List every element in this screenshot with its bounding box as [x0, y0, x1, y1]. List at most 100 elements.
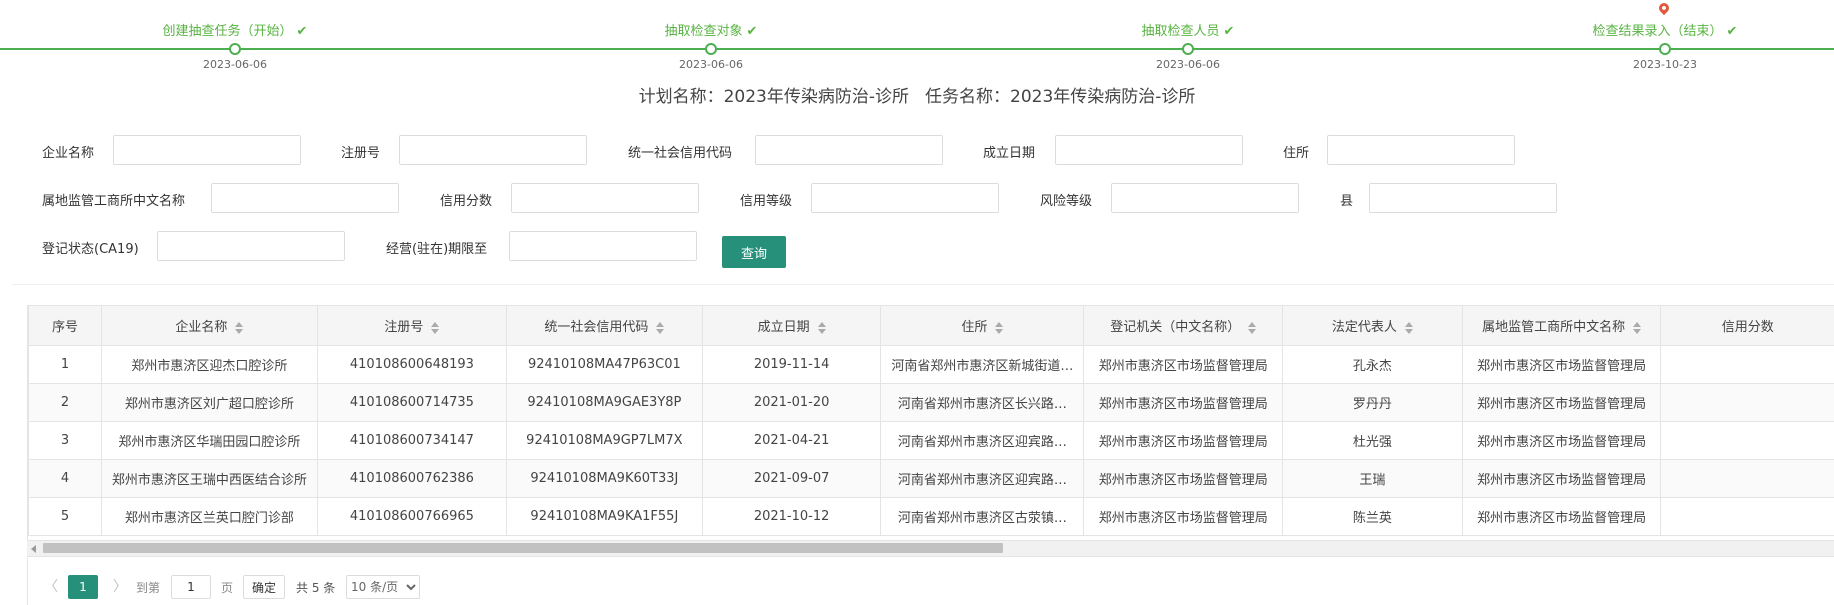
reg-no-input[interactable] — [399, 135, 587, 165]
field-label-address: 住所 — [1283, 146, 1310, 161]
sort-icon[interactable] — [995, 321, 1004, 334]
step-date: 2023-10-23 — [1633, 58, 1697, 71]
cell-index: 5 — [28, 497, 102, 536]
sort-icon[interactable] — [1633, 321, 1642, 334]
table-row: 3 郑州市惠济区华瑞田园口腔诊所 410108600734147 9241010… — [28, 421, 1834, 460]
cell-local-office: 郑州市惠济区市场监督管理局 — [1461, 459, 1662, 498]
cell-local-office: 郑州市惠济区市场监督管理局 — [1461, 383, 1662, 422]
cell-company-name: 郑州市惠济区迎杰口腔诊所 — [100, 345, 318, 384]
prev-page-icon[interactable]: 〈 — [44, 576, 58, 596]
cell-reg-authority: 郑州市惠济区市场监督管理局 — [1083, 345, 1284, 384]
credit-code-input[interactable] — [755, 135, 943, 165]
page-number-current[interactable]: 1 — [68, 575, 98, 599]
company-name-input[interactable] — [113, 135, 301, 165]
col-header-address[interactable]: 住所 — [880, 305, 1085, 346]
col-header-legal-rep[interactable]: 法定代表人 — [1282, 305, 1463, 346]
cell-local-office: 郑州市惠济区市场监督管理局 — [1461, 497, 1662, 536]
cell-credit-code: 92410108MA9K60T33J — [505, 459, 703, 498]
col-header-reg-no[interactable]: 注册号 — [316, 305, 507, 346]
est-date-input[interactable] — [1055, 135, 1243, 165]
col-header-company-name[interactable]: 企业名称 — [100, 305, 318, 346]
cell-reg-no: 410108600648193 — [316, 345, 507, 384]
next-page-icon[interactable]: 〉 — [113, 576, 127, 596]
cell-address: 河南省郑州市惠济区迎宾路… — [880, 421, 1085, 460]
cell-local-office: 郑州市惠济区市场监督管理局 — [1461, 421, 1662, 460]
goto-label: 到第 — [136, 581, 161, 595]
plan-name: 计划名称：2023年传染病防治-诊所 — [638, 87, 909, 107]
cell-credit-score — [1660, 383, 1834, 422]
cell-reg-authority: 郑州市惠济区市场监督管理局 — [1083, 459, 1284, 498]
reg-status-input[interactable] — [157, 231, 345, 261]
field-label-reg-status: 登记状态(CA19) — [42, 242, 139, 257]
sort-icon[interactable] — [235, 321, 244, 334]
results-table-wrapper: 序号 企业名称 注册号 统一社会信用代码 成立日期 住所 登记机关（中文名称） … — [27, 305, 1834, 540]
term-until-input[interactable] — [509, 231, 697, 261]
step-date: 2023-06-06 — [203, 58, 267, 71]
cell-est-date: 2019-11-14 — [701, 345, 882, 384]
col-header-credit-code[interactable]: 统一社会信用代码 — [505, 305, 703, 346]
page-size-select[interactable]: 10 条/页 — [346, 575, 420, 599]
task-name: 任务名称：2023年传染病防治-诊所 — [925, 87, 1196, 107]
total-count: 共 5 条 — [296, 581, 336, 595]
cell-est-date: 2021-10-12 — [701, 497, 882, 536]
field-label-term-until: 经营(驻在)期限至 — [386, 242, 488, 257]
scrollbar-thumb[interactable] — [43, 543, 1003, 553]
query-button[interactable]: 查询 — [722, 236, 786, 268]
field-label-reg-no: 注册号 — [341, 146, 381, 161]
sort-icon[interactable] — [1248, 321, 1257, 334]
cell-legal-rep: 孔永杰 — [1282, 345, 1463, 384]
step-label: 抽取检查人员 — [1141, 24, 1220, 39]
table-row: 2 郑州市惠济区刘广超口腔诊所 410108600714735 92410108… — [28, 383, 1834, 422]
col-header-reg-authority[interactable]: 登记机关（中文名称） — [1083, 305, 1284, 346]
step-label: 创建抽查任务（开始） — [162, 24, 293, 39]
address-input[interactable] — [1327, 135, 1515, 165]
cell-index: 1 — [28, 345, 102, 384]
cell-reg-no: 410108600762386 — [316, 459, 507, 498]
check-icon: ✔ — [746, 24, 758, 39]
cell-address: 河南省郑州市惠济区新城街道… — [880, 345, 1085, 384]
field-label-credit-level: 信用等级 — [740, 194, 793, 209]
timeline-line — [0, 48, 1834, 50]
scroll-left-arrow-icon[interactable] — [31, 545, 36, 553]
cell-reg-no: 410108600734147 — [316, 421, 507, 460]
col-header-local-office[interactable]: 属地监管工商所中文名称 — [1461, 305, 1662, 346]
pagination: 〈 1 〉 到第 页 确定 共 5 条 10 条/页 — [27, 558, 1834, 605]
cell-legal-rep: 罗丹丹 — [1282, 383, 1463, 422]
cell-company-name: 郑州市惠济区兰英口腔门诊部 — [100, 497, 318, 536]
cell-index: 3 — [28, 421, 102, 460]
risk-level-input[interactable] — [1111, 183, 1299, 213]
cell-index: 2 — [28, 383, 102, 422]
sort-icon[interactable] — [431, 321, 440, 334]
sort-icon[interactable] — [1404, 321, 1413, 334]
credit-level-input[interactable] — [811, 183, 999, 213]
cell-company-name: 郑州市惠济区刘广超口腔诊所 — [100, 383, 318, 422]
cell-credit-code: 92410108MA9KA1F55J — [505, 497, 703, 536]
plan-title: 计划名称：2023年传染病防治-诊所 任务名称：2023年传染病防治-诊所 — [0, 82, 1834, 107]
cell-legal-rep: 王瑞 — [1282, 459, 1463, 498]
cell-credit-code: 92410108MA47P63C01 — [505, 345, 703, 384]
credit-score-input[interactable] — [511, 183, 699, 213]
cell-credit-score — [1660, 345, 1834, 384]
step-dot — [1182, 43, 1194, 55]
field-label-risk-level: 风险等级 — [1040, 194, 1093, 209]
cell-local-office: 郑州市惠济区市场监督管理局 — [1461, 345, 1662, 384]
cell-company-name: 郑州市惠济区华瑞田园口腔诊所 — [100, 421, 318, 460]
step-dot — [229, 43, 241, 55]
cell-credit-score — [1660, 459, 1834, 498]
cell-credit-score — [1660, 497, 1834, 536]
sort-icon[interactable] — [656, 321, 665, 334]
local-office-input[interactable] — [211, 183, 399, 213]
goto-page-input[interactable] — [171, 575, 211, 599]
step-dot — [705, 43, 717, 55]
horizontal-scrollbar[interactable] — [27, 540, 1834, 557]
goto-confirm-button[interactable]: 确定 — [243, 575, 285, 599]
step-dot — [1659, 43, 1671, 55]
sort-icon[interactable] — [817, 321, 826, 334]
county-input[interactable] — [1369, 183, 1557, 213]
col-header-est-date[interactable]: 成立日期 — [701, 305, 882, 346]
field-label-county: 县 — [1340, 194, 1354, 209]
field-label-local-office: 属地监管工商所中文名称 — [42, 194, 186, 209]
field-label-est-date: 成立日期 — [983, 146, 1036, 161]
field-label-credit-code: 统一社会信用代码 — [628, 146, 733, 161]
section-divider — [12, 284, 1834, 285]
